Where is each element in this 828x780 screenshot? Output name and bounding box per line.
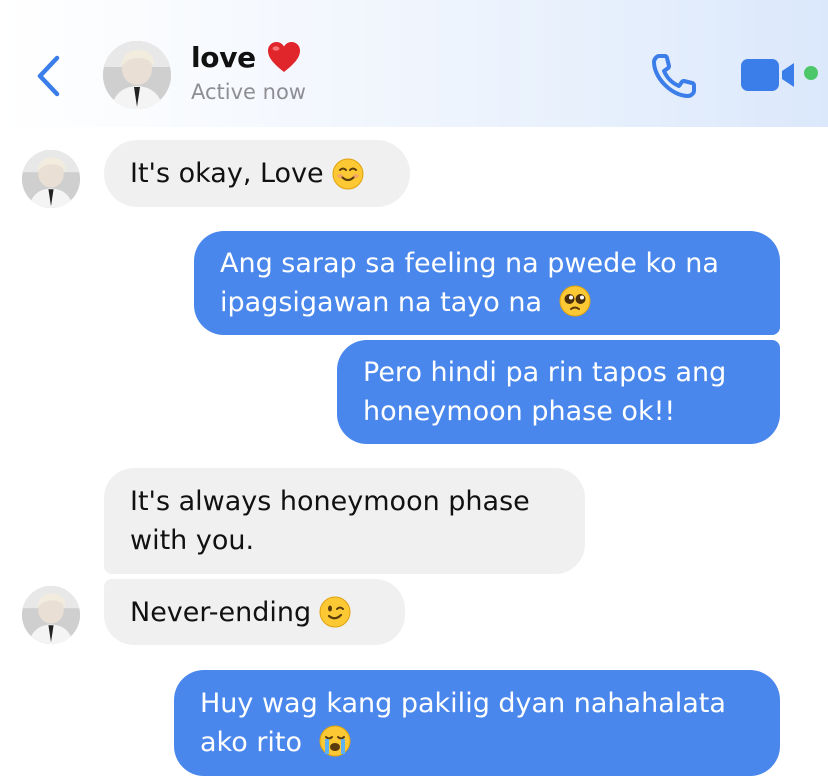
- message-text: Huy wag kang pakilig dyan nahahalata ako…: [200, 688, 735, 758]
- active-status: Active now: [191, 80, 306, 104]
- message-text: Never-ending: [130, 596, 312, 628]
- red-heart-icon: [267, 42, 300, 72]
- pleading-face-icon: [559, 285, 591, 317]
- message-text: Pero hindi pa rin tapos ang honeymoon ph…: [363, 357, 735, 427]
- avatar-photo: [22, 150, 80, 208]
- audio-call-button[interactable]: [650, 52, 698, 100]
- video-call-button[interactable]: [740, 57, 798, 93]
- message-text: It's okay, Love: [130, 158, 324, 189]
- loudly-crying-face-icon: [319, 725, 351, 757]
- winking-face-icon: [319, 596, 351, 628]
- message-text: Ang sarap sa feeling na pwede ko na ipag…: [220, 248, 728, 318]
- message-bubble-outgoing[interactable]: Huy wag kang pakilig dyan nahahalata ako…: [174, 670, 780, 776]
- avatar-photo: [103, 41, 171, 109]
- sender-avatar[interactable]: [22, 150, 80, 208]
- message-text: It's always honeymoon phase with you.: [130, 486, 539, 556]
- sender-avatar[interactable]: [22, 586, 80, 644]
- back-button[interactable]: [30, 52, 70, 100]
- message-bubble-outgoing[interactable]: Ang sarap sa feeling na pwede ko na ipag…: [194, 231, 780, 335]
- smiling-face-icon: [332, 158, 364, 189]
- avatar-photo: [22, 586, 80, 644]
- contact-name: love: [191, 40, 256, 74]
- message-bubble-incoming[interactable]: It's okay, Love: [104, 140, 410, 207]
- phone-icon: [652, 54, 696, 98]
- active-indicator-dot: [804, 66, 818, 80]
- message-bubble-incoming[interactable]: Never-ending: [104, 579, 405, 645]
- contact-name-row: love: [191, 40, 302, 74]
- chevron-left-icon: [37, 55, 60, 97]
- chat-header: love Active now: [0, 0, 828, 127]
- message-bubble-outgoing[interactable]: Pero hindi pa rin tapos ang honeymoon ph…: [337, 340, 780, 444]
- video-camera-icon: [741, 59, 794, 91]
- message-bubble-incoming[interactable]: It's always honeymoon phase with you.: [104, 468, 585, 574]
- contact-avatar[interactable]: [103, 41, 171, 109]
